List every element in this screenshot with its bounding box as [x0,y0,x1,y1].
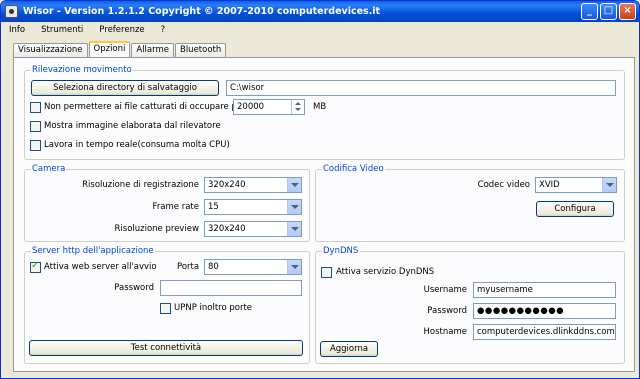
spin-arrows-icon[interactable] [291,100,304,114]
upnp-label: UPNP inoltro porte [174,303,253,313]
server-password-label: Password [114,283,154,293]
realtime-label: Lavora in tempo reale(consuma molta CPU) [44,140,230,150]
options-panel: Rilevazione movimento Seleziona director… [13,57,635,372]
chevron-down-icon[interactable] [287,222,301,236]
tab-strip: Visualizzazione Opzioni Allarme Bluetoot… [13,41,227,57]
preview-res-select[interactable]: 320x240 [204,221,302,237]
test-connection-button[interactable]: Test connettività [29,340,303,356]
title-bar[interactable]: Wisor - Version 1.2.1.2 Copyright © 2007… [1,1,639,22]
limit-value: 20000 [237,102,265,112]
app-icon[interactable] [5,5,18,18]
maximize-button[interactable]: □ [600,3,617,20]
upnp-checkbox[interactable] [160,303,171,314]
realtime-checkbox[interactable] [30,140,41,151]
frame-rate-label: Frame rate [152,202,199,212]
chevron-down-icon[interactable] [287,200,301,214]
tab-visualizzazione[interactable]: Visualizzazione [13,43,88,57]
server-legend: Server http dell'applicazione [32,246,154,256]
limit-checkbox[interactable] [30,102,41,113]
dyndns-password-field[interactable]: ●●●●●●●●●●● [473,303,616,319]
enable-webserver-label: Attiva web server all'avvio [44,262,157,272]
port-select[interactable]: 80 [204,259,302,275]
configure-button[interactable]: Configura [536,201,614,217]
tab-opzioni[interactable]: Opzioni [88,41,131,57]
port-label: Porta [177,262,200,272]
codec-legend: Codifica Video [323,164,384,174]
menu-info[interactable]: Info [1,25,33,35]
update-button[interactable]: Aggiorna [320,341,378,357]
chevron-down-icon[interactable] [602,178,616,192]
limit-label: Non permettere ai file catturati di occu… [44,102,256,112]
preview-res-value: 320x240 [208,224,246,234]
rec-res-value: 320x240 [208,180,246,190]
username-label: Username [423,285,467,295]
tab-allarme[interactable]: Allarme [131,43,174,57]
show-image-checkbox[interactable] [30,121,41,132]
close-button[interactable]: × [619,3,636,20]
minimize-button[interactable]: _ [581,3,598,20]
codec-select[interactable]: XVID [535,177,617,193]
enable-dyndns-label: Attiva servizio DynDNS [336,267,435,277]
chevron-down-icon[interactable] [287,260,301,274]
dyndns-password-label: Password [427,306,467,316]
dyndns-legend: DynDNS [323,246,359,256]
enable-dyndns-checkbox[interactable] [321,267,332,278]
limit-unit: MB [313,102,327,112]
frame-rate-select[interactable]: 15 [204,199,302,215]
enable-webserver-checkbox[interactable] [30,260,41,273]
menu-strumenti[interactable]: Strumenti [33,25,91,35]
camera-legend: Camera [32,164,66,174]
rec-res-label: Risoluzione di registrazione [82,180,199,190]
server-password-field[interactable] [160,280,302,296]
menu-preferenze[interactable]: Preferenze [91,25,152,35]
rec-res-select[interactable]: 320x240 [204,177,302,193]
preview-res-label: Risoluzione preview [114,224,200,234]
codec-value: XVID [539,180,560,190]
directory-field[interactable]: C:\wisor [226,80,616,96]
chevron-down-icon[interactable] [287,178,301,192]
hostname-label: Hostname [423,327,467,337]
tab-bluetooth[interactable]: Bluetooth [174,43,227,57]
hostname-field[interactable]: computerdevices.dlinkddns.com [473,324,616,340]
port-value: 80 [208,262,219,272]
select-directory-button[interactable]: Seleziona directory di salvataggio [31,80,219,96]
show-image-label: Mostra immagine elaborata dal rilevatore [44,121,221,131]
window-title: Wisor - Version 1.2.1.2 Copyright © 2007… [23,6,381,17]
menu-bar: Info Strumenti Preferenze ? [1,22,639,38]
motion-legend: Rilevazione movimento [32,65,132,75]
username-field[interactable]: myusername [473,282,616,298]
frame-rate-value: 15 [208,202,219,212]
limit-spinbox[interactable]: 20000 [233,99,305,115]
app-window: Wisor - Version 1.2.1.2 Copyright © 2007… [0,0,640,379]
codec-label: Codec video [477,180,530,190]
menu-help[interactable]: ? [153,25,174,35]
